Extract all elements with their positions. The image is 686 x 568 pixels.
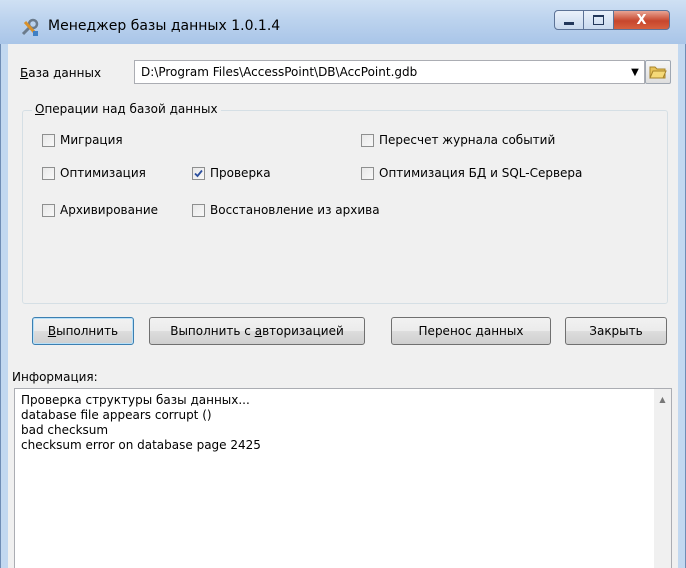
checkbox-box[interactable]	[42, 203, 55, 217]
checkbox-archiving[interactable]: Архивирование	[42, 203, 158, 217]
maximize-icon	[593, 15, 604, 25]
database-manager-icon	[20, 18, 40, 38]
dropdown-arrow-icon[interactable]: ▼	[626, 67, 644, 78]
minimize-icon	[564, 21, 574, 25]
data-transfer-button[interactable]: Перенос данных	[391, 317, 551, 345]
window-title: Менеджер базы данных 1.0.1.4	[48, 18, 281, 34]
checkbox-label: Оптимизация	[60, 166, 146, 180]
checkbox-box[interactable]	[361, 166, 374, 180]
close-window-button[interactable]: X	[614, 10, 670, 30]
button-label: Выполнить с авторизацией	[170, 324, 344, 338]
checkbox-box[interactable]	[42, 133, 55, 147]
checkbox-optimization[interactable]: Оптимизация	[42, 166, 146, 180]
log-line: bad checksum	[21, 423, 109, 437]
window-frame-right	[678, 44, 686, 568]
checkbox-restore-archive[interactable]: Восстановление из архива	[192, 203, 380, 217]
checkbox-box[interactable]	[192, 203, 205, 217]
maximize-button[interactable]	[584, 10, 614, 30]
caption-buttons: X	[554, 10, 670, 32]
browse-folder-button[interactable]	[645, 60, 671, 84]
checkbox-box[interactable]	[361, 133, 374, 147]
button-label: Закрыть	[589, 324, 643, 338]
database-path-value: D:\Program Files\AccessPoint\DB\AccPoint…	[141, 65, 418, 79]
info-lines: Проверка структуры базы данных... databa…	[21, 393, 261, 453]
info-label: Информация:	[12, 370, 98, 384]
minimize-button[interactable]	[554, 10, 584, 30]
title-bar[interactable]: Менеджер базы данных 1.0.1.4 X	[0, 0, 686, 44]
checkbox-label: Восстановление из архива	[210, 203, 380, 217]
checkbox-label: Пересчет журнала событий	[379, 133, 556, 147]
window-frame-left	[0, 44, 8, 568]
checkbox-migration[interactable]: Миграция	[42, 133, 123, 147]
database-path-combo[interactable]: D:\Program Files\AccessPoint\DB\AccPoint…	[134, 60, 645, 84]
database-label: База данных	[20, 66, 102, 80]
close-button[interactable]: Закрыть	[565, 317, 667, 345]
log-line: Проверка структуры базы данных...	[21, 393, 250, 407]
operations-group-title: Операции над базой данных	[32, 102, 221, 116]
button-label: Выполнить	[47, 324, 119, 338]
checkbox-box-checked[interactable]	[192, 166, 205, 180]
main-window: Менеджер базы данных 1.0.1.4 X База данн…	[0, 0, 686, 568]
scroll-up-icon[interactable]: ▲	[654, 395, 671, 404]
checkmark-icon	[194, 169, 203, 177]
close-icon: X	[636, 12, 647, 28]
log-line: checksum error on database page 2425	[21, 438, 261, 452]
checkbox-label: Архивирование	[60, 203, 159, 217]
vertical-scrollbar[interactable]: ▲	[654, 389, 671, 568]
log-line: database file appears corrupt ()	[21, 408, 212, 422]
checkbox-verification[interactable]: Проверка	[192, 166, 271, 180]
checkbox-label: Проверка	[210, 166, 271, 180]
checkbox-box[interactable]	[42, 166, 55, 180]
execute-button[interactable]: Выполнить	[32, 317, 134, 345]
info-log[interactable]: Проверка структуры базы данных... databa…	[14, 388, 672, 568]
execute-with-auth-button[interactable]: Выполнить с авторизацией	[149, 317, 365, 345]
button-label: Перенос данных	[418, 324, 524, 338]
checkbox-event-log-recalc[interactable]: Пересчет журнала событий	[361, 133, 555, 147]
checkbox-label: Миграция	[60, 133, 123, 147]
checkbox-optimize-db-sql[interactable]: Оптимизация БД и SQL-Сервера	[361, 166, 582, 180]
client-area: База данных D:\Program Files\AccessPoint…	[8, 44, 678, 568]
checkbox-label: Оптимизация БД и SQL-Сервера	[379, 166, 583, 180]
folder-open-icon	[649, 66, 667, 79]
